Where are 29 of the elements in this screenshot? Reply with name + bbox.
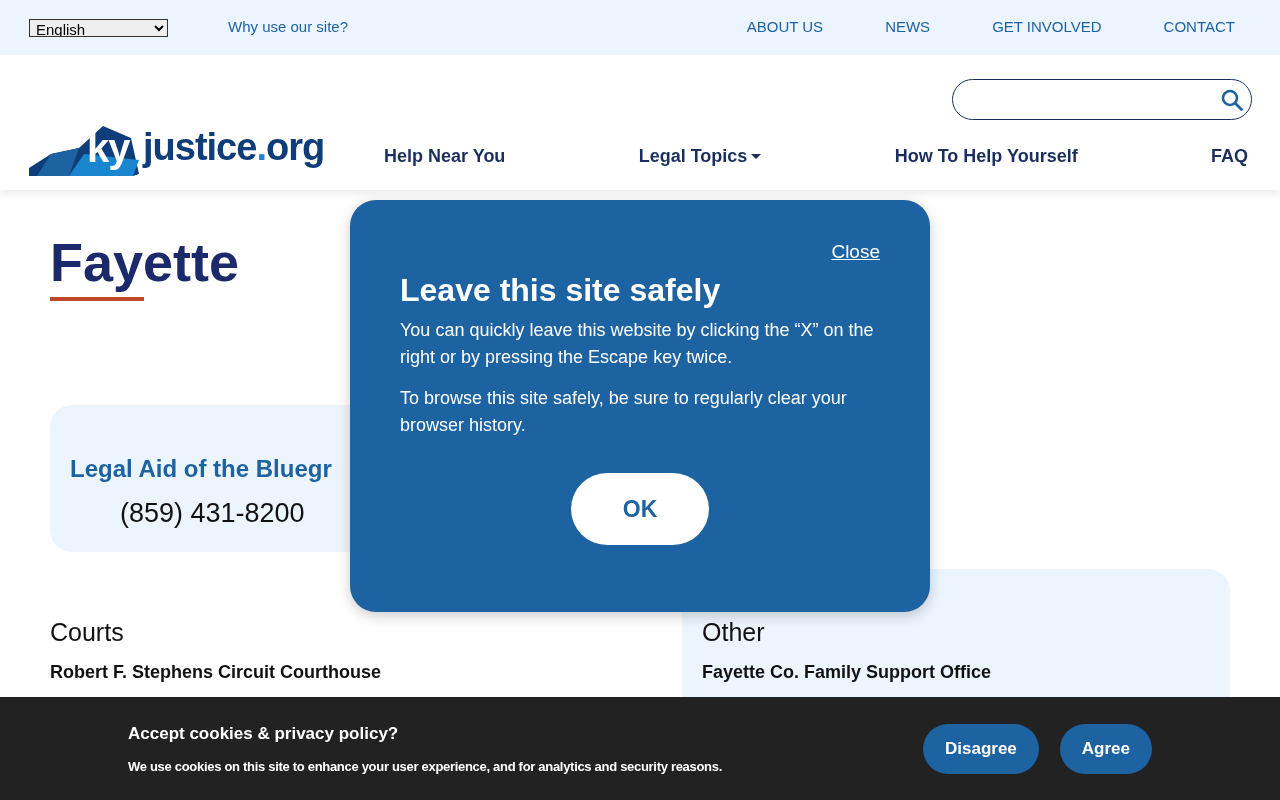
location-name: Robert F. Stephens Circuit Courthouse bbox=[50, 660, 383, 684]
location-name: Fayette Co. Family Support Office bbox=[702, 660, 993, 684]
language-select[interactable]: English bbox=[29, 18, 168, 37]
top-nav-link[interactable]: NEWS bbox=[885, 16, 931, 39]
section-heading: Courts bbox=[50, 616, 125, 647]
nav-link[interactable]: Legal Topics bbox=[638, 142, 762, 170]
disagree-button[interactable]: Disagree bbox=[923, 723, 1039, 774]
caret-icon bbox=[751, 154, 762, 160]
search-icon[interactable] bbox=[1221, 88, 1243, 111]
section-heading: Other bbox=[702, 616, 766, 647]
nav-link[interactable]: FAQ bbox=[1210, 142, 1248, 170]
provider-name: Legal Aid of the Bluegr bbox=[70, 453, 333, 484]
top-nav-link[interactable]: GET INVOLVED bbox=[992, 16, 1102, 39]
cookie-text: We use cookies on this site to enhance your user experience, and for analytics and security reasons. bbox=[128, 757, 722, 776]
modal-text: To browse this site safely, be sure to regularly clear your browser history. bbox=[400, 386, 848, 437]
ok-button[interactable]: OK bbox=[571, 472, 709, 545]
nav-link[interactable]: Help Near You bbox=[384, 142, 506, 170]
modal-text: You can quickly leave this website by clicking the “X” on the right or by pressing the Escape key twice. bbox=[400, 318, 875, 369]
close-link[interactable]: Close bbox=[831, 238, 880, 267]
page-title: Fayette bbox=[50, 231, 240, 294]
site-logo[interactable]: ky justice.org bbox=[29, 124, 321, 178]
agree-button[interactable]: Agree bbox=[1059, 723, 1152, 774]
top-nav-link[interactable]: ABOUT US bbox=[746, 16, 824, 39]
provider-phone: (859) 431-8200 bbox=[120, 496, 305, 530]
cookie-title: Accept cookies & privacy policy? bbox=[128, 723, 400, 745]
modal-title: Leave this site safely bbox=[400, 270, 722, 309]
why-link[interactable]: Why use our site? bbox=[228, 16, 349, 39]
top-nav-link[interactable]: CONTACT bbox=[1163, 16, 1235, 39]
nav-link[interactable]: How To Help Yourself bbox=[894, 142, 1078, 170]
